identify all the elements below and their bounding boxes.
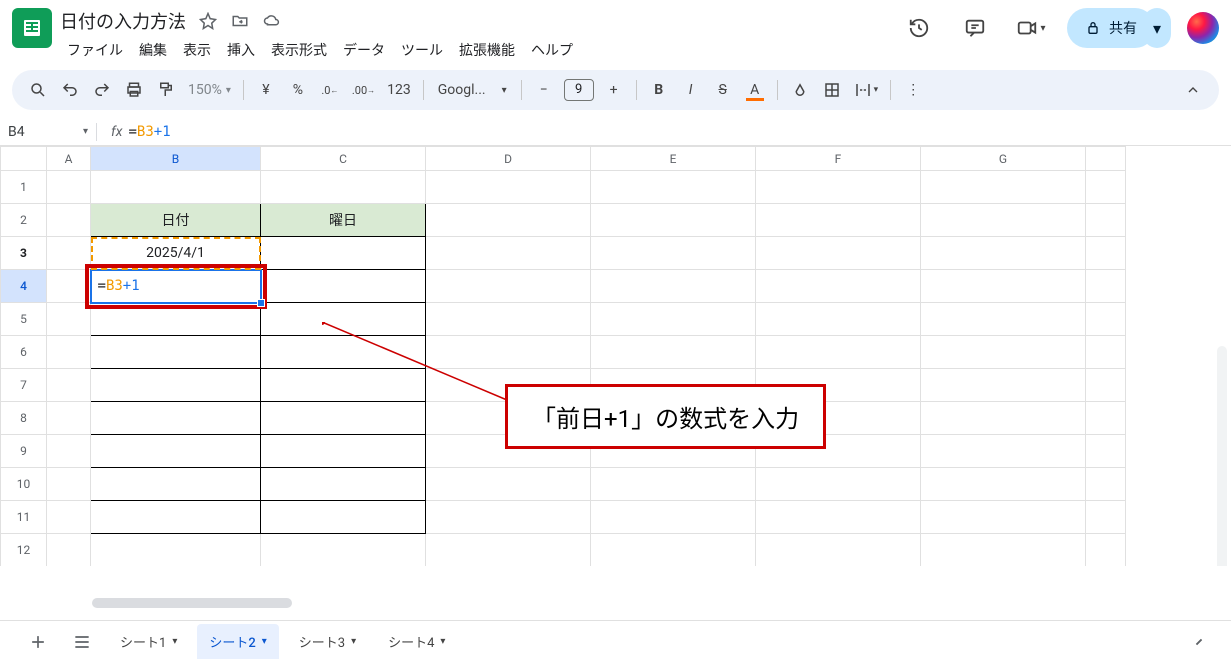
redo-icon[interactable]: [88, 76, 116, 104]
menu-edit[interactable]: 編集: [132, 36, 174, 64]
cell-c2[interactable]: 曜日: [261, 204, 426, 237]
star-icon[interactable]: [198, 11, 218, 31]
row-header-7[interactable]: 7: [1, 369, 47, 402]
row-header-11[interactable]: 11: [1, 501, 47, 534]
row-header-6[interactable]: 6: [1, 336, 47, 369]
bold-icon[interactable]: B: [645, 76, 673, 104]
undo-icon[interactable]: [56, 76, 84, 104]
font-size-input[interactable]: 9: [564, 79, 594, 101]
menu-tools[interactable]: ツール: [394, 36, 450, 64]
col-header-e[interactable]: E: [591, 147, 756, 171]
menu-help[interactable]: ヘルプ: [524, 36, 580, 64]
formula-bar: B4▾ fx =B3+1: [0, 118, 1231, 146]
row-header-1[interactable]: 1: [1, 171, 47, 204]
menu-data[interactable]: データ: [336, 36, 392, 64]
col-header-a[interactable]: A: [47, 147, 91, 171]
print-icon[interactable]: [120, 76, 148, 104]
row-header-4[interactable]: 4: [1, 270, 47, 303]
col-header-b[interactable]: B: [91, 147, 261, 171]
cell-c4[interactable]: [261, 270, 426, 303]
annotation-callout: 「前日+1」の数式を入力: [505, 384, 826, 449]
share-label: 共有: [1109, 18, 1137, 38]
italic-icon[interactable]: I: [677, 76, 705, 104]
col-header-d[interactable]: D: [426, 147, 591, 171]
col-header-f[interactable]: F: [756, 147, 921, 171]
decrease-font-icon[interactable]: −: [530, 76, 558, 104]
title-bar: 日付の入力方法 ファイル 編集 表示 挿入 表示形式 データ ツール 拡張機能 …: [0, 0, 1231, 64]
sheet-tabs-bar: シート1▾ シート2▾ シート3▾ シート4▾: [0, 620, 1231, 662]
paint-format-icon[interactable]: [152, 76, 180, 104]
col-header-g[interactable]: G: [921, 147, 1086, 171]
vertical-scrollbar[interactable]: [1217, 346, 1227, 566]
explore-icon[interactable]: [1185, 628, 1213, 656]
formula-input[interactable]: =B3+1: [128, 124, 170, 140]
more-icon[interactable]: ⋮: [899, 76, 927, 104]
menu-format[interactable]: 表示形式: [264, 36, 334, 64]
font-select[interactable]: Googl...▾: [432, 76, 513, 104]
sheet-tab-3[interactable]: シート3▾: [287, 624, 368, 659]
row-header-9[interactable]: 9: [1, 435, 47, 468]
row-header-3[interactable]: 3: [1, 237, 47, 270]
row-header-12[interactable]: 12: [1, 534, 47, 567]
share-dropdown[interactable]: ▾: [1143, 8, 1171, 48]
col-header-extra[interactable]: [1086, 147, 1126, 171]
col-header-c[interactable]: C: [261, 147, 426, 171]
row-header-10[interactable]: 10: [1, 468, 47, 501]
menu-view[interactable]: 表示: [176, 36, 218, 64]
format-percent-icon[interactable]: %: [284, 76, 312, 104]
more-formats-icon[interactable]: 123: [383, 76, 415, 104]
sheet-tab-4[interactable]: シート4▾: [376, 624, 457, 659]
borders-icon[interactable]: [818, 76, 846, 104]
meet-icon[interactable]: ▾: [1011, 8, 1051, 48]
sheet-tab-1[interactable]: シート1▾: [108, 624, 189, 659]
menu-bar: ファイル 編集 表示 挿入 表示形式 データ ツール 拡張機能 ヘルプ: [60, 36, 580, 64]
fill-handle[interactable]: [257, 299, 265, 307]
collapse-toolbar-icon[interactable]: [1179, 76, 1207, 104]
merge-cells-icon[interactable]: ▾: [850, 76, 883, 104]
horizontal-scrollbar[interactable]: [32, 598, 1211, 610]
name-box[interactable]: B4▾: [8, 124, 88, 140]
row-header-8[interactable]: 8: [1, 402, 47, 435]
menu-insert[interactable]: 挿入: [220, 36, 262, 64]
cell-b2[interactable]: 日付: [91, 204, 261, 237]
row-header-2[interactable]: 2: [1, 204, 47, 237]
spreadsheet-grid[interactable]: A B C D E F G 1 2日付曜日 32025/4/1 4 =B3+1 …: [0, 146, 1231, 566]
menu-extensions[interactable]: 拡張機能: [452, 36, 522, 64]
cloud-status-icon[interactable]: [262, 11, 282, 31]
search-icon[interactable]: [24, 76, 52, 104]
fill-color-icon[interactable]: [786, 76, 814, 104]
format-currency-icon[interactable]: ¥: [252, 76, 280, 104]
text-color-icon[interactable]: A: [741, 76, 769, 104]
share-button[interactable]: 共有: [1067, 8, 1155, 48]
all-sheets-icon[interactable]: [64, 624, 100, 660]
row-header-5[interactable]: 5: [1, 303, 47, 336]
move-folder-icon[interactable]: [230, 11, 250, 31]
select-all-corner[interactable]: [1, 147, 47, 171]
add-sheet-icon[interactable]: [20, 624, 56, 660]
toolbar: 150% ▾ ¥ % .0← .00→ 123 Googl...▾ − 9 + …: [12, 70, 1219, 110]
fx-icon: fx: [111, 124, 122, 140]
decrease-decimal-icon[interactable]: .0←: [316, 76, 344, 104]
menu-file[interactable]: ファイル: [60, 36, 130, 64]
comment-icon[interactable]: [955, 8, 995, 48]
strikethrough-icon[interactable]: S: [709, 76, 737, 104]
account-avatar[interactable]: [1187, 12, 1219, 44]
document-title[interactable]: 日付の入力方法: [60, 8, 186, 34]
cell-c3[interactable]: [261, 237, 426, 270]
sheet-tab-2[interactable]: シート2▾: [197, 624, 278, 659]
sheets-logo[interactable]: [12, 8, 52, 48]
cell-b4-editing[interactable]: =B3+1: [91, 270, 261, 303]
increase-decimal-icon[interactable]: .00→: [348, 76, 379, 104]
cell-b3[interactable]: 2025/4/1: [91, 237, 261, 270]
increase-font-icon[interactable]: +: [600, 76, 628, 104]
zoom-select[interactable]: 150% ▾: [184, 76, 235, 104]
history-icon[interactable]: [899, 8, 939, 48]
